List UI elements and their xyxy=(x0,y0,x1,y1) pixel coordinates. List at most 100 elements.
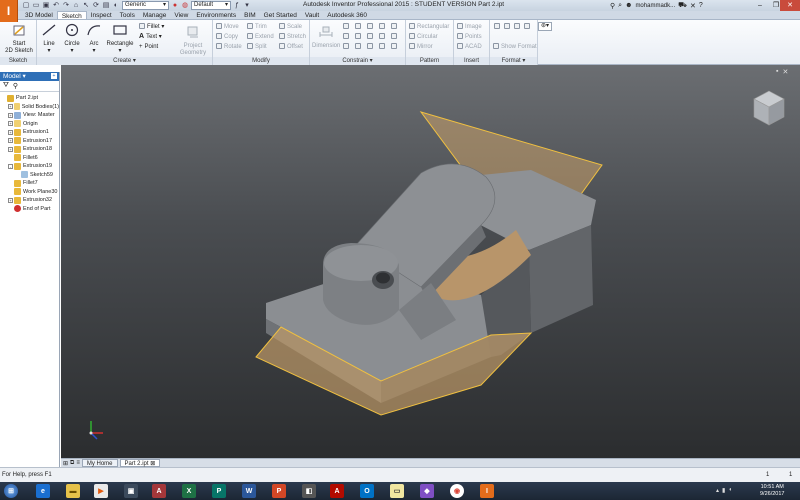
center-point-icon[interactable] xyxy=(514,23,520,29)
move-button[interactable]: Move xyxy=(216,23,239,31)
expand-icon[interactable]: + xyxy=(8,112,13,118)
show-format-button[interactable]: Show Format xyxy=(493,43,537,51)
notes-icon[interactable]: ▭ xyxy=(390,484,404,498)
copy-button[interactable]: Copy xyxy=(216,33,238,41)
minimize-button[interactable]: – xyxy=(752,0,768,11)
expand-icon[interactable]: + xyxy=(8,104,13,110)
line-button[interactable]: Line ▾ xyxy=(39,23,59,55)
tree-item[interactable]: Fillet6 xyxy=(1,154,59,163)
circular-pattern-button[interactable]: Circular xyxy=(409,33,438,41)
tab-3d-model[interactable]: 3D Model xyxy=(21,11,57,19)
tab-inspect[interactable]: Inspect xyxy=(87,11,116,19)
color-icon[interactable]: ◐ xyxy=(112,2,120,10)
fillet-button[interactable]: Fillet ▾ xyxy=(139,23,164,31)
expand-icon[interactable]: + xyxy=(8,129,13,135)
tab-bim[interactable]: BIM xyxy=(240,11,260,19)
redo-icon[interactable]: ↷ xyxy=(62,2,70,10)
tab-my-home[interactable]: My Home xyxy=(81,459,118,467)
stretch-button[interactable]: Stretch xyxy=(279,33,306,41)
tile-icon[interactable]: ⊞ xyxy=(63,460,68,467)
tree-item[interactable]: Fillet7 xyxy=(1,179,59,188)
viewport-minimize-icon[interactable]: ▪ xyxy=(776,68,778,76)
start-button[interactable]: ⊞ xyxy=(4,484,18,498)
user-name[interactable]: mohammadk... xyxy=(635,3,675,9)
smooth-icon[interactable] xyxy=(391,33,397,39)
extend-button[interactable]: Extend xyxy=(247,33,274,41)
tangent-icon[interactable] xyxy=(379,33,385,39)
powerpoint-icon[interactable]: P xyxy=(272,484,286,498)
tree-item[interactable]: Sketch59 xyxy=(1,171,59,180)
offset-button[interactable]: Offset xyxy=(279,43,303,51)
image-button[interactable]: Image xyxy=(457,23,482,31)
open-icon[interactable]: ▭ xyxy=(32,2,40,10)
tray-arrow-icon[interactable]: ▴ xyxy=(716,487,719,494)
internet-explorer-icon[interactable]: e xyxy=(36,484,50,498)
word-icon[interactable]: W xyxy=(242,484,256,498)
acad-button[interactable]: ACAD xyxy=(457,43,482,51)
search-icon[interactable]: ⚲ xyxy=(610,2,615,10)
tree-item[interactable]: + Solid Bodies(1) xyxy=(1,103,59,112)
concentric-icon[interactable] xyxy=(367,23,373,29)
save-icon[interactable]: ▣ xyxy=(42,2,50,10)
rectangular-pattern-button[interactable]: Rectangular xyxy=(409,23,449,31)
material-dropdown[interactable]: Generic ▾ xyxy=(122,1,169,10)
appearance-icon[interactable]: ● xyxy=(171,2,179,10)
help-icon[interactable]: ? xyxy=(699,2,703,9)
view-cube[interactable] xyxy=(752,89,786,127)
tree-item[interactable]: Part 2.ipt xyxy=(1,94,59,103)
exchange-icon[interactable]: ✕ xyxy=(690,2,696,10)
tree-item[interactable]: End of Part xyxy=(1,205,59,214)
expand-icon[interactable]: + xyxy=(8,138,13,144)
tab-tools[interactable]: Tools xyxy=(116,11,139,19)
network-icon[interactable]: ▮ xyxy=(722,487,725,494)
construction-icon[interactable] xyxy=(494,23,500,29)
equal-icon[interactable] xyxy=(355,43,361,49)
start-2d-sketch-button[interactable]: Start 2D Sketch xyxy=(4,23,34,55)
customize-icon[interactable]: ▾ xyxy=(243,2,251,10)
home-icon[interactable]: ⌂ xyxy=(72,2,80,10)
tree-item[interactable]: + Extrusion17 xyxy=(1,137,59,146)
acrobat-icon[interactable]: A xyxy=(330,484,344,498)
tab-sketch[interactable]: Sketch xyxy=(56,11,87,20)
tab-part-2[interactable]: Part 2.ipt ⊠ xyxy=(119,459,161,467)
tree-item[interactable]: + Extrusion18 xyxy=(1,145,59,154)
graphics-window[interactable]: ▪ ✕ xyxy=(61,65,800,458)
collapse-icon[interactable]: - xyxy=(8,163,13,169)
parallel-icon[interactable] xyxy=(391,23,397,29)
file-explorer-icon[interactable]: ▬ xyxy=(66,484,80,498)
tree-item[interactable]: + Origin xyxy=(1,120,59,129)
publisher-icon[interactable]: P xyxy=(212,484,226,498)
tree-item[interactable]: - Extrusion19 xyxy=(1,162,59,171)
viewport-close-icon[interactable]: ✕ xyxy=(782,68,788,76)
user-icon[interactable]: ☻ xyxy=(625,2,632,9)
access-icon[interactable]: A xyxy=(152,484,166,498)
find-icon[interactable]: ⚲ xyxy=(13,82,18,90)
show-constraints-icon[interactable] xyxy=(367,43,373,49)
points-button[interactable]: Points xyxy=(457,33,482,41)
fix-icon[interactable] xyxy=(379,23,385,29)
expand-icon[interactable]: + xyxy=(8,121,13,127)
clock[interactable]: 10:51 AM 9/26/2017 xyxy=(760,484,784,498)
driven-dimension-icon[interactable] xyxy=(524,23,530,29)
onenote-icon[interactable]: ◆ xyxy=(420,484,434,498)
split-button[interactable]: Split xyxy=(247,43,267,51)
perpendicular-icon[interactable] xyxy=(343,33,349,39)
binoculars-icon[interactable]: ⌕ xyxy=(618,2,622,10)
rectangle-button[interactable]: Rectangle ▾ xyxy=(105,23,135,55)
select-icon[interactable]: ↖ xyxy=(82,2,90,10)
tab-view[interactable]: View xyxy=(170,11,192,19)
text-button[interactable]: A Text ▾ xyxy=(139,33,162,41)
fx-icon[interactable]: ƒ xyxy=(233,2,241,10)
tab-environments[interactable]: Environments xyxy=(192,11,240,19)
measure-icon[interactable]: ▤ xyxy=(102,2,110,10)
tab-menu-icon[interactable]: ≡ xyxy=(76,460,80,466)
tab-manage[interactable]: Manage xyxy=(139,11,171,19)
tab-get-started[interactable]: Get Started xyxy=(260,11,301,19)
new-icon[interactable]: ▢ xyxy=(22,2,30,10)
expand-icon[interactable]: + xyxy=(8,146,13,152)
close-button[interactable]: ✕ xyxy=(780,0,800,11)
volume-icon[interactable]: ◖ xyxy=(728,487,732,494)
centerline-icon[interactable] xyxy=(504,23,510,29)
arc-button[interactable]: Arc ▾ xyxy=(85,23,103,55)
rotate-button[interactable]: Rotate xyxy=(216,43,242,51)
